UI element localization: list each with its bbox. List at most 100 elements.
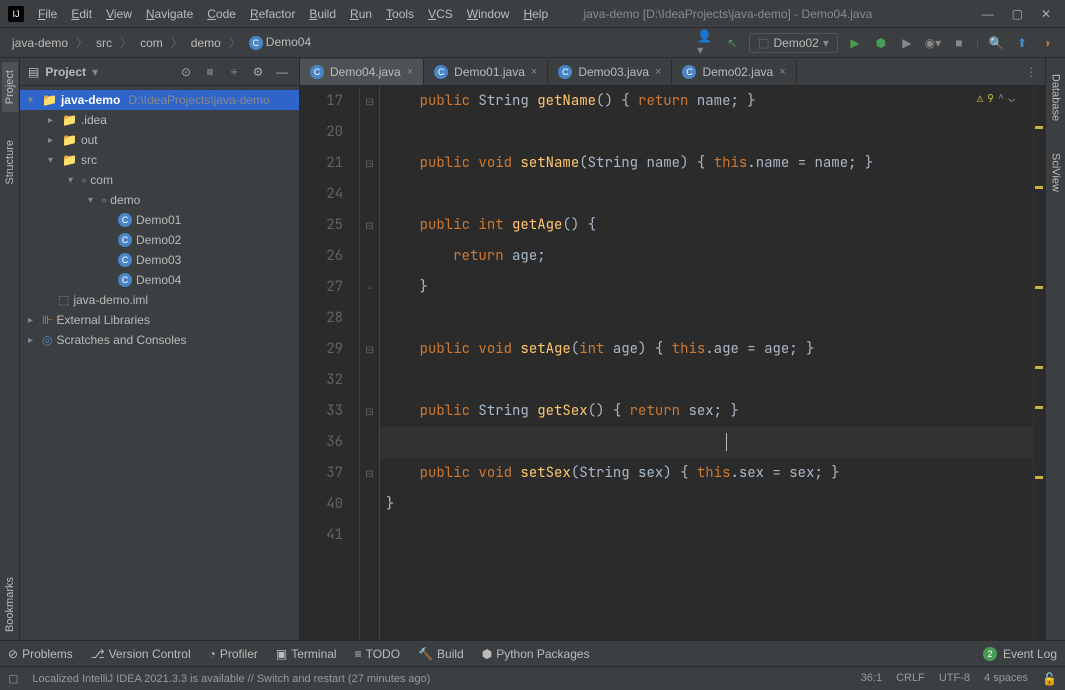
close-tab-icon[interactable]: × [531, 66, 537, 78]
menu-refactor[interactable]: Refactor [244, 5, 301, 23]
inspection-badge[interactable]: ⚠ 9 ^⌄ [977, 92, 1015, 106]
expand-all-icon[interactable]: ≡ [201, 63, 219, 81]
tree-external-libs[interactable]: ▸⊪External Libraries [20, 310, 299, 330]
menu-navigate[interactable]: Navigate [140, 5, 199, 23]
code-line[interactable] [380, 365, 1033, 396]
breadcrumb-demo[interactable]: demo [187, 34, 225, 52]
event-log-button[interactable]: 2 Event Log [983, 647, 1057, 661]
menu-build[interactable]: Build [303, 5, 342, 23]
editor-tab-demo03-java[interactable]: CDemo03.java× [548, 59, 672, 85]
run-icon[interactable]: ▶ [846, 34, 864, 52]
tab-terminal[interactable]: ▣Terminal [276, 647, 337, 661]
code-line[interactable] [380, 303, 1033, 334]
tree-iml-file[interactable]: ⬚java-demo.iml [20, 290, 299, 310]
stop-icon[interactable]: ■ [950, 34, 968, 52]
dropdown-icon[interactable]: ▾ [92, 65, 98, 79]
code-line[interactable] [380, 179, 1033, 210]
update-icon[interactable]: ⬆ [1013, 34, 1031, 52]
tree-root[interactable]: ▾📁 java-demo D:\IdeaProjects\java-demo [20, 90, 299, 110]
collapse-all-icon[interactable]: ÷ [225, 63, 243, 81]
debug-icon[interactable]: ⬢ [872, 34, 890, 52]
tab-profiler[interactable]: ◔Profiler [209, 647, 258, 661]
editor-tabs-more-icon[interactable]: ⋮ [1017, 65, 1045, 79]
code-line[interactable] [380, 520, 1033, 551]
settings-icon[interactable]: ⚙ [249, 63, 267, 81]
editor-body[interactable]: 172021242526272829323336374041 ⊟⊟⊟▵⊟⊟⊟ p… [300, 86, 1045, 640]
profile-icon[interactable]: ◉▾ [924, 34, 942, 52]
code-line[interactable]: public void setAge(int age) { this.age =… [380, 334, 1033, 365]
tool-tab-bookmarks[interactable]: Bookmarks [2, 569, 18, 640]
tab-problems[interactable]: ⊘Problems [8, 647, 73, 661]
status-icon[interactable]: ▢ [8, 672, 18, 685]
tree-idea-folder[interactable]: ▸📁.idea [20, 110, 299, 130]
close-tab-icon[interactable]: × [655, 66, 661, 78]
warning-icon: ⚠ [977, 92, 984, 106]
code-line[interactable] [380, 117, 1033, 148]
code-area[interactable]: public String getName() { return name; }… [380, 86, 1033, 640]
tab-todo[interactable]: ≡TODO [355, 647, 400, 661]
breadcrumb-com[interactable]: com [136, 34, 167, 52]
tree-class-demo02[interactable]: CDemo02 [20, 230, 299, 250]
ide-icon[interactable]: ◗ [1039, 34, 1057, 52]
tree-demo-package[interactable]: ▾▫demo [20, 190, 299, 210]
problems-icon: ⊘ [8, 647, 18, 661]
editor-tab-demo04-java[interactable]: CDemo04.java× [300, 59, 424, 85]
tree-src-folder[interactable]: ▾📁src [20, 150, 299, 170]
menu-vcs[interactable]: VCS [422, 5, 459, 23]
line-separator[interactable]: CRLF [896, 672, 925, 686]
menu-view[interactable]: View [100, 5, 138, 23]
indent-setting[interactable]: 4 spaces [984, 672, 1028, 686]
tab-vcs[interactable]: ⎇Version Control [91, 647, 191, 661]
coverage-icon[interactable]: ▶ [898, 34, 916, 52]
close-tab-icon[interactable]: × [779, 66, 785, 78]
menu-tools[interactable]: Tools [380, 5, 420, 23]
hide-icon[interactable]: — [273, 63, 291, 81]
user-add-icon[interactable]: 👤▾ [697, 34, 715, 52]
editor-tab-demo01-java[interactable]: CDemo01.java× [424, 59, 548, 85]
tab-build[interactable]: 🔨Build [418, 647, 464, 661]
code-line[interactable]: public String getName() { return name; } [380, 86, 1033, 117]
tool-tab-sciview[interactable]: SciView [1048, 145, 1064, 200]
readonly-lock-icon[interactable]: 🔓 [1042, 672, 1057, 686]
menu-edit[interactable]: Edit [65, 5, 98, 23]
select-opened-icon[interactable]: ⊙ [177, 63, 195, 81]
menu-file[interactable]: File [32, 5, 63, 23]
project-panel-title[interactable]: Project [45, 65, 86, 79]
code-line[interactable]: public void setSex(String sex) { this.se… [380, 458, 1033, 489]
tree-class-demo01[interactable]: CDemo01 [20, 210, 299, 230]
code-line[interactable]: } [380, 272, 1033, 303]
tree-com-package[interactable]: ▾▫com [20, 170, 299, 190]
close-icon[interactable]: ✕ [1041, 7, 1051, 21]
tool-tab-database[interactable]: Database [1048, 66, 1064, 129]
code-line[interactable]: return age; [380, 241, 1033, 272]
cursor-position[interactable]: 36:1 [861, 672, 882, 686]
code-line[interactable] [380, 427, 1033, 458]
code-line[interactable]: public String getSex() { return sex; } [380, 396, 1033, 427]
close-tab-icon[interactable]: × [407, 66, 413, 78]
code-line[interactable]: public int getAge() { [380, 210, 1033, 241]
tool-tab-structure[interactable]: Structure [2, 132, 18, 193]
tree-out-folder[interactable]: ▸📁out [20, 130, 299, 150]
tab-python-packages[interactable]: ⬢Python Packages [482, 647, 590, 661]
code-line[interactable]: public void setName(String name) { this.… [380, 148, 1033, 179]
back-icon[interactable]: ↖ [723, 34, 741, 52]
vcs-icon: ⎇ [91, 647, 105, 661]
status-message[interactable]: Localized IntelliJ IDEA 2021.3.3 is avai… [32, 673, 430, 685]
menu-code[interactable]: Code [201, 5, 242, 23]
breadcrumb-project[interactable]: java-demo [8, 34, 72, 52]
code-line[interactable]: } [380, 489, 1033, 520]
tree-class-demo04[interactable]: CDemo04 [20, 270, 299, 290]
file-encoding[interactable]: UTF-8 [939, 672, 970, 686]
tool-tab-project[interactable]: Project [2, 62, 18, 112]
tree-scratches[interactable]: ▸◎Scratches and Consoles [20, 330, 299, 350]
minimize-icon[interactable]: — [982, 7, 994, 21]
maximize-icon[interactable]: ▢ [1012, 7, 1023, 21]
left-tool-strip: Project Structure Bookmarks [0, 58, 20, 640]
tree-class-demo03[interactable]: CDemo03 [20, 250, 299, 270]
search-icon[interactable]: 🔍 [987, 34, 1005, 52]
menu-run[interactable]: Run [344, 5, 378, 23]
breadcrumb-class[interactable]: CDemo04 [245, 33, 315, 52]
run-config-selector[interactable]: ⬚ Demo02 ▾ [749, 33, 838, 53]
editor-tab-demo02-java[interactable]: CDemo02.java× [672, 59, 796, 85]
breadcrumb-src[interactable]: src [92, 34, 116, 52]
